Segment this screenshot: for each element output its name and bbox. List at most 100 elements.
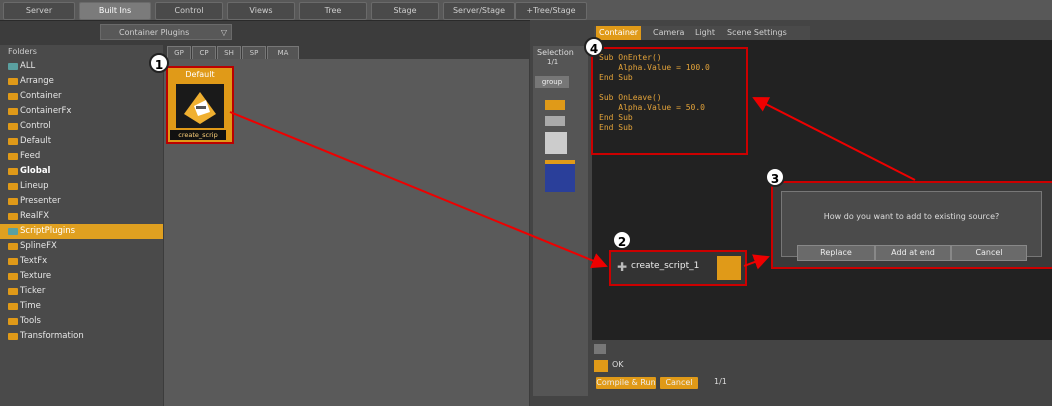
folder-icon: [8, 243, 18, 250]
script-node-label: create_script_1: [631, 261, 700, 271]
folder-tools[interactable]: Tools: [0, 314, 163, 329]
folder-scriptplugins[interactable]: ScriptPlugins: [0, 224, 163, 239]
folder-label: Transformation: [20, 331, 84, 341]
folder-label: ScriptPlugins: [20, 226, 76, 236]
editor-tab-bar: Container Camera Light Scene Settings: [594, 26, 810, 40]
folder-feed[interactable]: Feed: [0, 149, 163, 164]
step-badge-2: 2: [612, 230, 632, 250]
plugin-category-dropdown[interactable]: Container Plugins ▽: [100, 24, 232, 40]
folder-arrange[interactable]: Arrange: [0, 74, 163, 89]
tab-camera[interactable]: Camera: [650, 26, 687, 40]
folder-icon: [8, 288, 18, 295]
folder-texture[interactable]: Texture: [0, 269, 163, 284]
axis-icon[interactable]: [545, 132, 567, 154]
tool-icon[interactable]: [545, 100, 565, 110]
folder-icon: [8, 228, 18, 235]
folder-icon: [8, 303, 18, 310]
tab-built-ins[interactable]: Built Ins: [79, 2, 151, 20]
code-line: Sub OnEnter(): [599, 53, 662, 62]
step-badge-1: 1: [149, 53, 169, 73]
tab-scene-settings[interactable]: Scene Settings: [724, 26, 790, 40]
tab-container[interactable]: Container: [596, 26, 642, 40]
folder-label: Default: [20, 136, 52, 146]
folder-label: ContainerFx: [20, 106, 72, 116]
folder-icon: [8, 213, 18, 220]
folder-time[interactable]: Time: [0, 299, 163, 314]
subtab-sp[interactable]: SP: [242, 46, 266, 60]
add-source-dialog: How do you want to add to existing sourc…: [771, 181, 1052, 269]
tab-server-stage[interactable]: Server/Stage: [443, 2, 515, 20]
create-script-plugin-tile[interactable]: Default create_scrip: [166, 66, 234, 144]
folder-label: Lineup: [20, 181, 49, 191]
cancel-button[interactable]: Cancel: [951, 245, 1027, 261]
dropdown-value: Container Plugins: [119, 28, 190, 37]
folder-textfx[interactable]: TextFx: [0, 254, 163, 269]
folder-container[interactable]: Container: [0, 89, 163, 104]
code-line: Alpha.Value = 50.0: [599, 103, 705, 112]
folder-icon: [8, 258, 18, 265]
status-ok-icon: [594, 360, 608, 372]
subtab-gp[interactable]: GP: [167, 46, 191, 60]
script-plugin-icon: [176, 84, 224, 128]
folder-lineup[interactable]: Lineup: [0, 179, 163, 194]
step-badge-4: 4: [584, 37, 604, 57]
folder-icon: [8, 273, 18, 280]
subtab-sh[interactable]: SH: [217, 46, 241, 60]
folder-transformation[interactable]: Transformation: [0, 329, 163, 344]
script-node[interactable]: ✚ create_script_1: [609, 250, 747, 286]
folder-ticker[interactable]: Ticker: [0, 284, 163, 299]
folder-splinefx[interactable]: SplineFX: [0, 239, 163, 254]
status-ok-text: OK: [612, 360, 624, 369]
tab-views[interactable]: Views: [227, 2, 295, 20]
folder-label: Tools: [20, 316, 41, 326]
selection-label: Selection: [537, 48, 574, 57]
tab-tree[interactable]: Tree: [299, 2, 367, 20]
code-line: Alpha.Value = 100.0: [599, 63, 710, 72]
folder-icon: [8, 138, 18, 145]
plus-icon: ✚: [617, 260, 628, 274]
script-icon[interactable]: [545, 160, 575, 192]
folder-label: Ticker: [20, 286, 46, 296]
collapse-icon[interactable]: [594, 344, 606, 354]
code-block[interactable]: Sub OnEnter() Alpha.Value = 100.0 End Su…: [591, 47, 748, 155]
folder-realfx[interactable]: RealFX: [0, 209, 163, 224]
bottom-status-bar: OK Compile & Run Cancel 1/1: [592, 340, 1052, 406]
folder-label: Arrange: [20, 76, 54, 86]
folder-list: ALL Arrange Container ContainerFx Contro…: [0, 59, 163, 406]
tab-tree-stage[interactable]: +Tree/Stage: [515, 2, 587, 20]
folder-global[interactable]: Global: [0, 164, 163, 179]
top-tab-bar: Server Built Ins Control Views Tree Stag…: [0, 0, 1052, 21]
folder-icon: [8, 183, 18, 190]
add-at-end-button[interactable]: Add at end: [875, 245, 951, 261]
tool-icon[interactable]: [545, 116, 565, 126]
folder-containerfx[interactable]: ContainerFx: [0, 104, 163, 119]
subtab-ma[interactable]: MA: [267, 46, 299, 60]
group-button[interactable]: group: [535, 76, 569, 88]
folder-presenter[interactable]: Presenter: [0, 194, 163, 209]
folder-control[interactable]: Control: [0, 119, 163, 134]
cancel-compile-button[interactable]: Cancel: [660, 377, 698, 389]
folder-label: TextFx: [20, 256, 48, 266]
folder-label: RealFX: [20, 211, 50, 221]
folder-label: ALL: [20, 61, 36, 71]
code-line: End Sub: [599, 123, 633, 132]
folder-default[interactable]: Default: [0, 134, 163, 149]
folders-header: Folders: [0, 45, 163, 59]
selection-count: 1/1: [547, 58, 559, 66]
step-badge-3: 3: [765, 167, 785, 187]
subtab-cp[interactable]: CP: [192, 46, 216, 60]
script-plugin-icon: [717, 256, 741, 280]
folder-icon: [8, 63, 18, 70]
tab-server[interactable]: Server: [3, 2, 75, 20]
folder-label: Global: [20, 166, 51, 176]
folder-all[interactable]: ALL: [0, 59, 163, 74]
folder-icon: [8, 108, 18, 115]
compile-run-button[interactable]: Compile & Run: [596, 377, 656, 389]
replace-button[interactable]: Replace: [797, 245, 875, 261]
tab-stage[interactable]: Stage: [371, 2, 439, 20]
folder-label: Control: [20, 121, 51, 131]
selection-column: Selection 1/1 group: [533, 46, 588, 396]
tab-control[interactable]: Control: [155, 2, 223, 20]
tab-light[interactable]: Light: [692, 26, 718, 40]
